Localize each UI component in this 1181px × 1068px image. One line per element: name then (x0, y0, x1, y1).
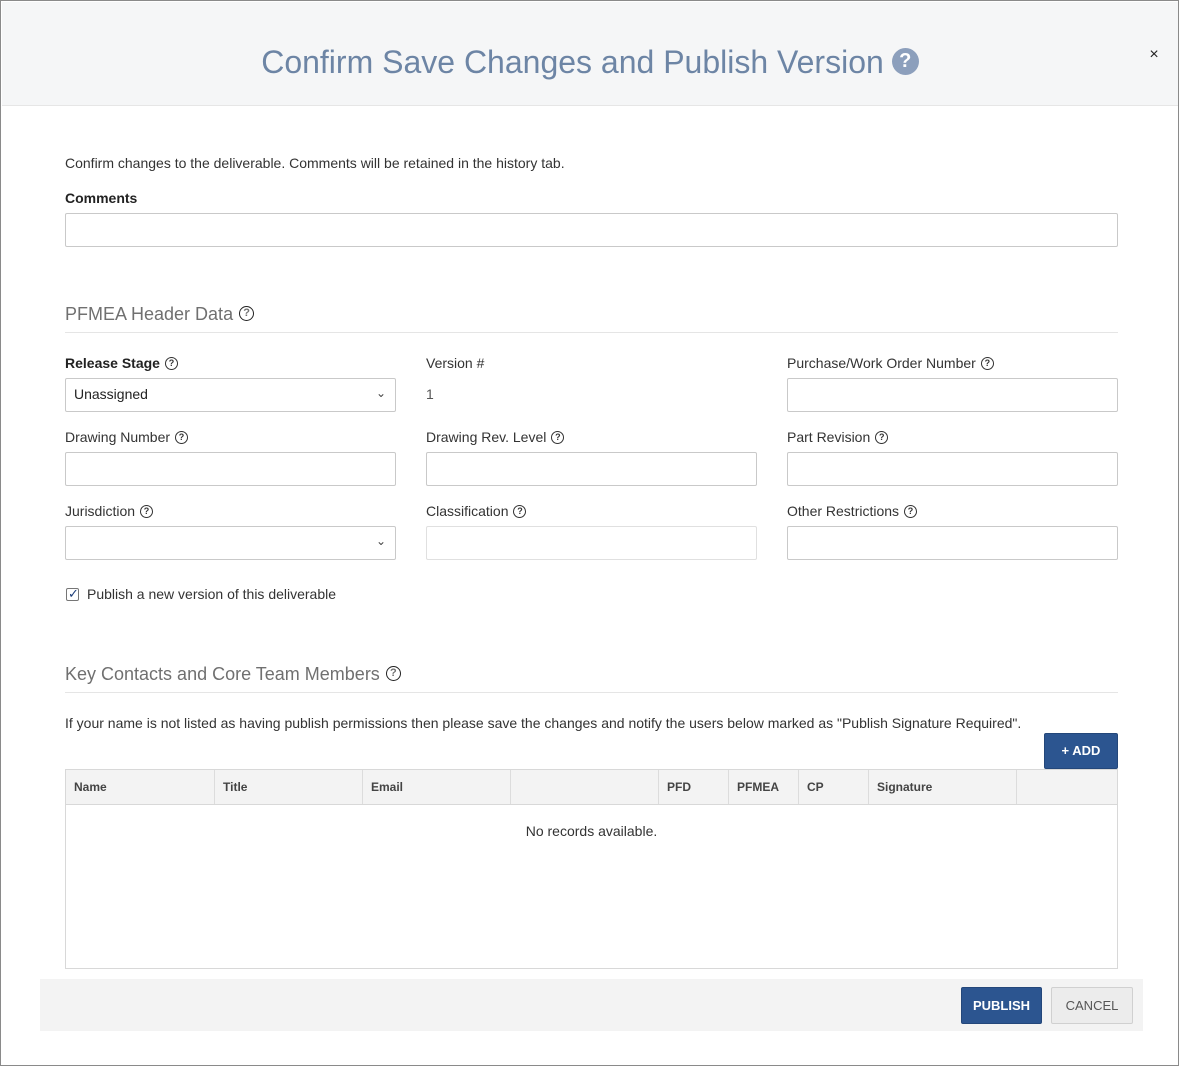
jurisdiction-label-row: Jurisdiction? (65, 502, 154, 520)
classification-label-row: Classification? (426, 502, 527, 520)
dialog-footer: PUBLISH CANCEL (40, 979, 1143, 1031)
column-header-name[interactable]: Name (66, 770, 215, 804)
drawing-rev-help-icon[interactable]: ? (551, 430, 565, 444)
purchase-order-help-icon[interactable]: ? (980, 356, 994, 370)
checkmark-icon: ✓ (68, 586, 79, 601)
publish-button[interactable]: PUBLISH (961, 987, 1042, 1024)
column-header-cp[interactable]: CP (799, 770, 869, 804)
drawing-number-help-icon[interactable]: ? (175, 430, 189, 444)
column-header-actions (1017, 770, 1117, 804)
grid-header: Name Title Email PFD PFMEA CP Signature (66, 770, 1117, 805)
chevron-down-icon: ⌄ (375, 386, 386, 400)
publish-dialog: Confirm Save Changes and Publish Version… (0, 0, 1179, 1066)
publish-version-checkbox[interactable]: ✓ (66, 586, 79, 601)
purchase-order-input[interactable] (787, 378, 1118, 412)
column-header-signature[interactable]: Signature (869, 770, 1017, 804)
title-help-icon[interactable]: ? (891, 48, 919, 76)
part-revision-help-icon[interactable]: ? (875, 430, 889, 444)
dialog-title-row: Confirm Save Changes and Publish Version… (2, 40, 1178, 84)
jurisdiction-help-icon[interactable]: ? (140, 504, 154, 518)
jurisdiction-label: Jurisdiction (65, 503, 136, 519)
header-data-title: PFMEA Header Data (65, 304, 234, 324)
other-restrictions-label-row: Other Restrictions? (787, 502, 918, 520)
column-header-blank (511, 770, 659, 804)
release-stage-label-row: Release Stage? (65, 354, 178, 372)
column-header-title[interactable]: Title (215, 770, 363, 804)
empty-grid-message: No records available. (525, 823, 658, 839)
classification-input (426, 526, 757, 560)
version-label: Version # (426, 355, 485, 371)
contacts-title-row: Key Contacts and Core Team Members? (65, 663, 401, 685)
part-revision-label: Part Revision (787, 429, 871, 445)
other-restrictions-help-icon[interactable]: ? (904, 504, 918, 518)
part-revision-label-row: Part Revision? (787, 428, 889, 446)
section-divider (65, 332, 1118, 333)
contacts-help-icon[interactable]: ? (385, 665, 401, 681)
drawing-number-label: Drawing Number (65, 429, 171, 445)
jurisdiction-select[interactable]: ⌄ (65, 526, 396, 560)
other-restrictions-label: Other Restrictions (787, 503, 900, 519)
other-restrictions-input[interactable] (787, 526, 1118, 560)
add-contact-button[interactable]: + ADD (1044, 733, 1118, 769)
publish-permission-notice: If your name is not listed as having pub… (65, 715, 1022, 731)
column-header-pfmea[interactable]: PFMEA (729, 770, 799, 804)
version-value: 1 (426, 386, 434, 402)
release-stage-label: Release Stage (65, 355, 160, 371)
column-header-pfd[interactable]: PFD (659, 770, 729, 804)
dialog-title: Confirm Save Changes and Publish Version (261, 44, 884, 80)
part-revision-input[interactable] (787, 452, 1118, 486)
close-icon[interactable]: × (1145, 46, 1163, 64)
purchase-order-label: Purchase/Work Order Number (787, 355, 976, 371)
drawing-rev-label-row: Drawing Rev. Level? (426, 428, 565, 446)
chevron-down-icon: ⌄ (375, 534, 386, 548)
contacts-grid: Name Title Email PFD PFMEA CP Signature … (65, 769, 1118, 969)
purchase-order-label-row: Purchase/Work Order Number? (787, 354, 994, 372)
intro-text: Confirm changes to the deliverable. Comm… (65, 155, 565, 171)
header-data-help-icon[interactable]: ? (239, 305, 255, 321)
drawing-rev-input[interactable] (426, 452, 757, 486)
drawing-rev-label: Drawing Rev. Level (426, 429, 547, 445)
release-stage-select[interactable]: Unassigned ⌄ (65, 378, 396, 412)
classification-label: Classification (426, 503, 509, 519)
classification-help-icon[interactable]: ? (513, 504, 527, 518)
section-divider (65, 692, 1118, 693)
header-data-title-row: PFMEA Header Data? (65, 303, 255, 325)
release-stage-help-icon[interactable]: ? (164, 356, 178, 370)
cancel-button[interactable]: CANCEL (1051, 987, 1133, 1024)
comments-input[interactable] (65, 213, 1118, 247)
column-header-email[interactable]: Email (363, 770, 511, 804)
contacts-title: Key Contacts and Core Team Members (65, 664, 380, 684)
drawing-number-label-row: Drawing Number? (65, 428, 189, 446)
publish-version-label[interactable]: Publish a new version of this deliverabl… (87, 585, 336, 603)
comments-label: Comments (65, 190, 138, 206)
drawing-number-input[interactable] (65, 452, 396, 486)
dialog-header: Confirm Save Changes and Publish Version… (2, 2, 1178, 106)
release-stage-value: Unassigned (74, 386, 148, 402)
